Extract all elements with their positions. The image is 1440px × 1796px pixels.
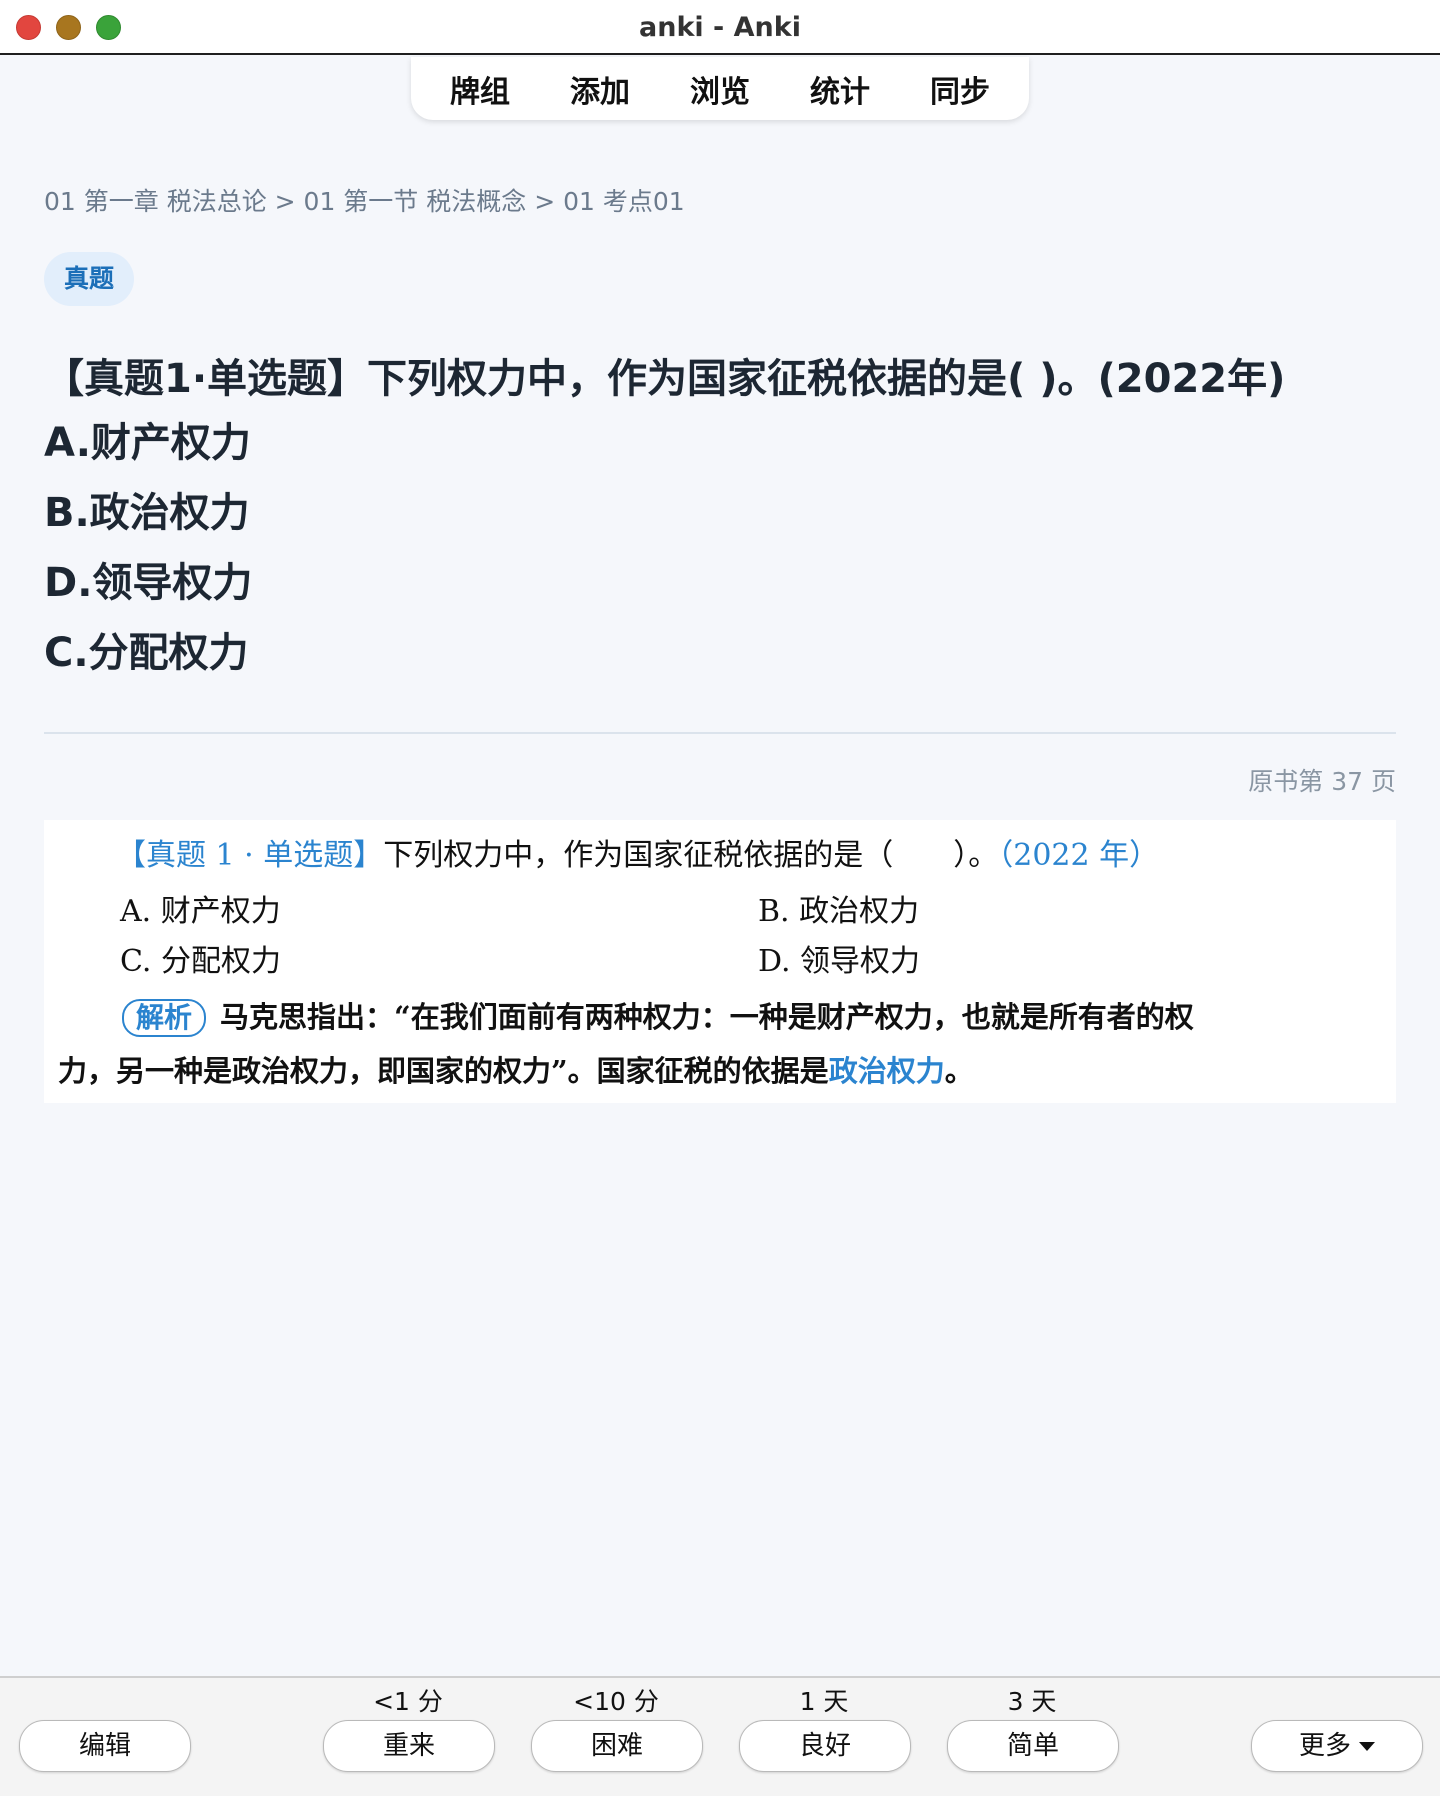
toolbar-decks[interactable]: 牌组 (420, 67, 540, 111)
answer-bar: 编辑 <1 分 <10 分 1 天 3 天 重来 困难 良好 简单 更多 (0, 1676, 1440, 1796)
interval-easy: 3 天 (1007, 1687, 1057, 1716)
answer-divider (44, 732, 1396, 734)
main-toolbar: 牌组 添加 浏览 统计 同步 (411, 57, 1029, 120)
book-question-year: （2022 年） (998, 838, 1160, 873)
book-analysis-line: 解析 马克思指出：“在我们面前有两种权力：一种是财产权力，也就是所有者的权 (122, 994, 1194, 1037)
interval-good: 1 天 (799, 1687, 849, 1716)
option-item: D.领导权力 (44, 560, 253, 606)
book-option: C. 分配权力 (120, 944, 281, 979)
hard-button[interactable]: 困难 (531, 1720, 703, 1772)
book-question-line: 【真题 1 · 单选题】下列权力中，作为国家征税依据的是（ ）。（2022 年） (116, 830, 1159, 874)
good-button[interactable]: 良好 (739, 1720, 911, 1772)
book-option: D. 领导权力 (758, 944, 921, 979)
page-reference: 原书第 37 页 (1248, 767, 1396, 796)
toolbar-stats[interactable]: 统计 (780, 67, 900, 111)
book-option: A. 财产权力 (120, 894, 281, 929)
card-tag: 真题 (44, 252, 135, 306)
analysis-label: 解析 (122, 999, 207, 1037)
analysis-answer: 政治权力 (828, 1054, 945, 1088)
edit-button[interactable]: 编辑 (19, 1720, 191, 1772)
option-item: B.政治权力 (44, 490, 250, 536)
book-option: B. 政治权力 (758, 894, 920, 929)
more-button[interactable]: 更多 (1251, 1720, 1423, 1772)
toolbar-add[interactable]: 添加 (540, 67, 660, 111)
caret-down-icon (1359, 1742, 1375, 1751)
option-item: C.分配权力 (44, 630, 249, 676)
analysis-text-1: 马克思指出：“在我们面前有两种权力：一种是财产权力，也就是所有者的权 (220, 1000, 1194, 1034)
analysis-end: 。 (944, 1054, 974, 1088)
more-button-label: 更多 (1298, 1731, 1351, 1761)
interval-hard: <10 分 (573, 1687, 659, 1716)
book-question-tag: 【真题 1 · 单选题】 (116, 838, 384, 873)
toolbar-browse[interactable]: 浏览 (660, 67, 780, 111)
title-bar: anki - Anki (0, 0, 1440, 55)
toolbar-sync[interactable]: 同步 (900, 67, 1020, 111)
book-question-text: 下列权力中，作为国家征税依据的是（ ）。 (383, 838, 999, 873)
again-button[interactable]: 重来 (323, 1720, 495, 1772)
option-item: A.财产权力 (44, 420, 251, 466)
window-title: anki - Anki (639, 12, 801, 43)
analysis-text-2: 力，另一种是政治权力，即国家的权力”。国家征税的依据是 (58, 1054, 829, 1088)
question-text: 【真题1·单选题】下列权力中，作为国家征税依据的是( )。(2022年) (44, 356, 1286, 402)
breadcrumb: 01 第一章 税法总论 > 01 第一节 税法概念 > 01 考点01 (44, 187, 685, 216)
easy-button[interactable]: 简单 (947, 1720, 1119, 1772)
option-list: A.财产权力 B.政治权力 D.领导权力 C.分配权力 (44, 414, 252, 694)
book-analysis-line: 力，另一种是政治权力，即国家的权力”。国家征税的依据是政治权力。 (58, 1048, 974, 1090)
book-excerpt-image: 【真题 1 · 单选题】下列权力中，作为国家征税依据的是（ ）。（2022 年）… (44, 820, 1396, 1103)
interval-again: <1 分 (373, 1687, 443, 1716)
